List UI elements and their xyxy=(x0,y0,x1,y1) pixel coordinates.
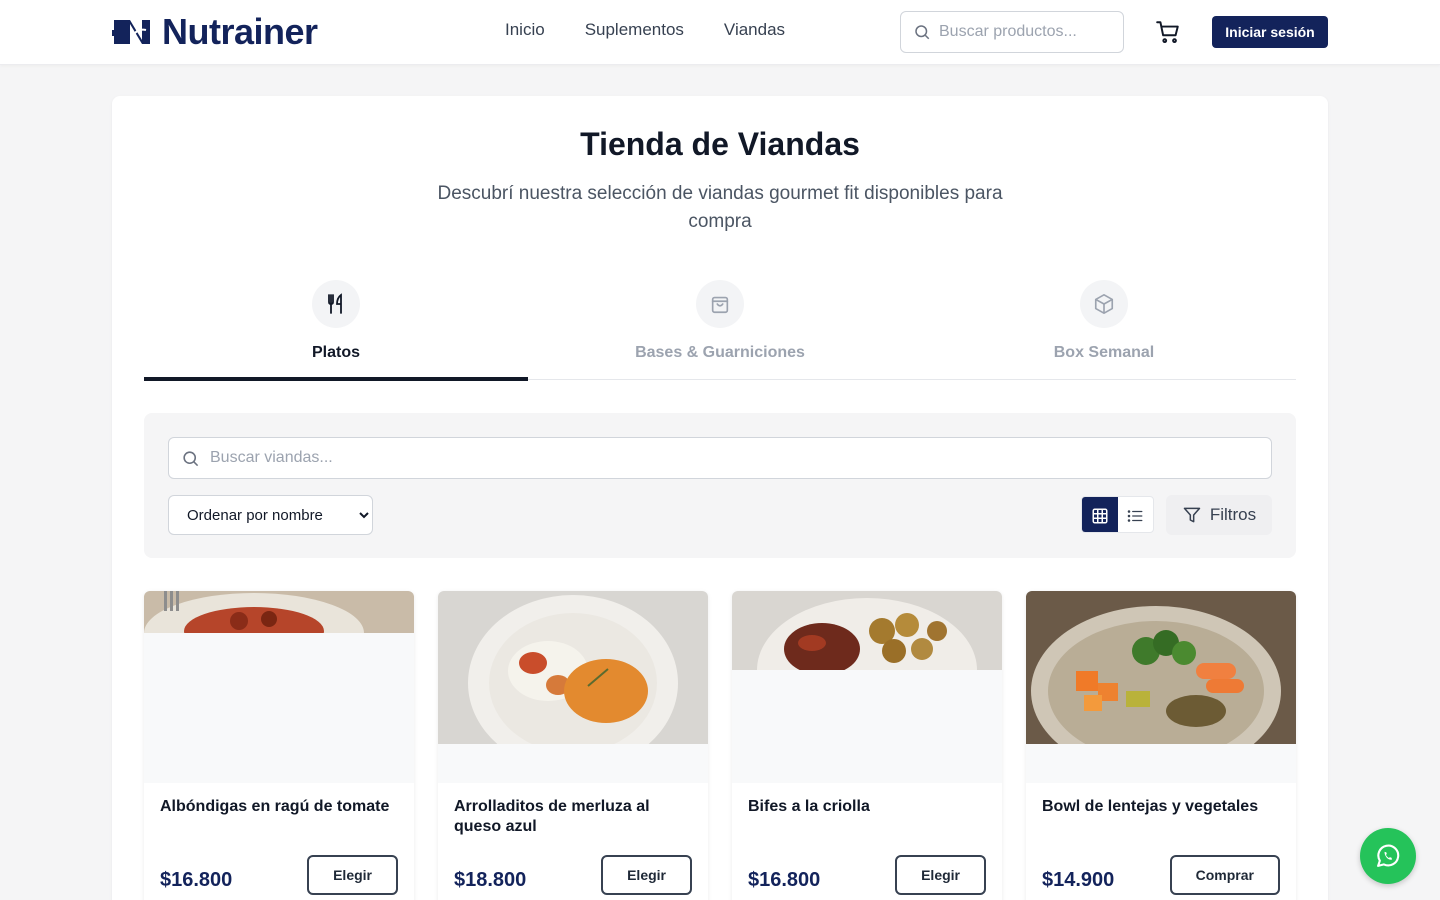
cart-icon[interactable] xyxy=(1155,19,1181,45)
choose-button[interactable]: Elegir xyxy=(895,855,986,895)
product-price: $14.900 xyxy=(1042,869,1115,891)
tab-label: Bases & Guarniciones xyxy=(635,344,805,361)
view-toggle xyxy=(1081,496,1154,533)
list-view-button[interactable] xyxy=(1118,497,1154,532)
product-name: Arrolladitos de merluza al queso azul xyxy=(454,798,650,835)
box-icon xyxy=(1094,294,1114,314)
tab-bases-guarniciones[interactable]: Bases & Guarniciones xyxy=(528,280,912,380)
product-card[interactable]: Bowl de lentejas y vegetales $14.900 Com… xyxy=(1026,591,1296,900)
product-price: $16.800 xyxy=(160,869,233,891)
tab-icon-wrapper xyxy=(696,280,744,328)
filters-panel: Ordenar por nombre Filtros xyxy=(144,413,1296,558)
nutrainer-logo-icon xyxy=(112,20,150,44)
product-image xyxy=(144,591,414,783)
brand-name: Nutrainer xyxy=(162,11,318,52)
product-card[interactable]: Bifes a la criolla $16.800 Elegir xyxy=(732,591,1002,900)
shopping-bag-icon xyxy=(711,296,729,314)
product-card[interactable]: Arrolladitos de merluza al queso azul $1… xyxy=(438,591,708,900)
product-price: $18.800 xyxy=(454,869,527,891)
filter-icon xyxy=(1183,507,1201,523)
login-button[interactable]: Iniciar sesión xyxy=(1212,16,1328,48)
product-name: Bowl de lentejas y vegetales xyxy=(1042,798,1259,815)
whatsapp-button[interactable] xyxy=(1360,828,1416,884)
grid-view-button[interactable] xyxy=(1082,497,1118,532)
product-name: Bifes a la criolla xyxy=(748,798,870,815)
choose-button[interactable]: Elegir xyxy=(601,855,692,895)
nav-link-suplementos[interactable]: Suplementos xyxy=(585,20,684,40)
product-price: $16.800 xyxy=(748,869,821,891)
choose-button[interactable]: Elegir xyxy=(307,855,398,895)
page-title: Tienda de Viandas xyxy=(580,126,860,162)
category-tabs: Platos Bases & Guarniciones Box Semanal xyxy=(144,280,1296,381)
tab-platos[interactable]: Platos xyxy=(144,280,528,381)
whatsapp-icon xyxy=(1377,844,1400,867)
product-card[interactable]: Albóndigas en ragú de tomate $16.800 Ele… xyxy=(144,591,414,900)
filters-button-label: Filtros xyxy=(1209,505,1257,524)
product-name: Albóndigas en ragú de tomate xyxy=(160,798,390,815)
buy-button[interactable]: Comprar xyxy=(1169,855,1280,895)
viandas-search-box xyxy=(168,437,1272,479)
tab-label: Box Semanal xyxy=(1053,344,1155,361)
search-icon xyxy=(915,25,930,40)
product-search-input[interactable] xyxy=(939,23,1109,41)
viandas-search-input[interactable] xyxy=(210,449,1210,467)
brand-logo[interactable]: Nutrainer xyxy=(112,11,318,52)
main-nav: Inicio Suplementos Viandas xyxy=(505,20,785,40)
fork-knife-icon xyxy=(328,293,342,314)
tab-icon-wrapper xyxy=(1080,280,1128,328)
top-navbar: Nutrainer Inicio Suplementos Viandas Ini… xyxy=(0,0,1440,65)
product-search-box xyxy=(900,11,1124,53)
tab-label: Platos xyxy=(311,344,360,361)
filters-button[interactable]: Filtros xyxy=(1166,495,1272,535)
sort-select[interactable]: Ordenar por nombre xyxy=(168,495,373,535)
product-image xyxy=(438,591,708,783)
grid-icon xyxy=(1092,508,1108,523)
search-icon xyxy=(183,450,199,466)
page-subtitle: Descubrí nuestra selección de viandas go… xyxy=(437,183,1003,232)
viandas-store-panel: Tienda de Viandas Descubrí nuestra selec… xyxy=(112,96,1328,900)
nav-link-viandas[interactable]: Viandas xyxy=(724,20,785,40)
list-icon xyxy=(1127,509,1143,522)
tab-icon-wrapper xyxy=(312,280,360,328)
product-image xyxy=(1026,591,1296,783)
nav-link-inicio[interactable]: Inicio xyxy=(505,20,545,40)
product-image xyxy=(732,591,1002,783)
tab-box-semanal[interactable]: Box Semanal xyxy=(912,280,1296,380)
